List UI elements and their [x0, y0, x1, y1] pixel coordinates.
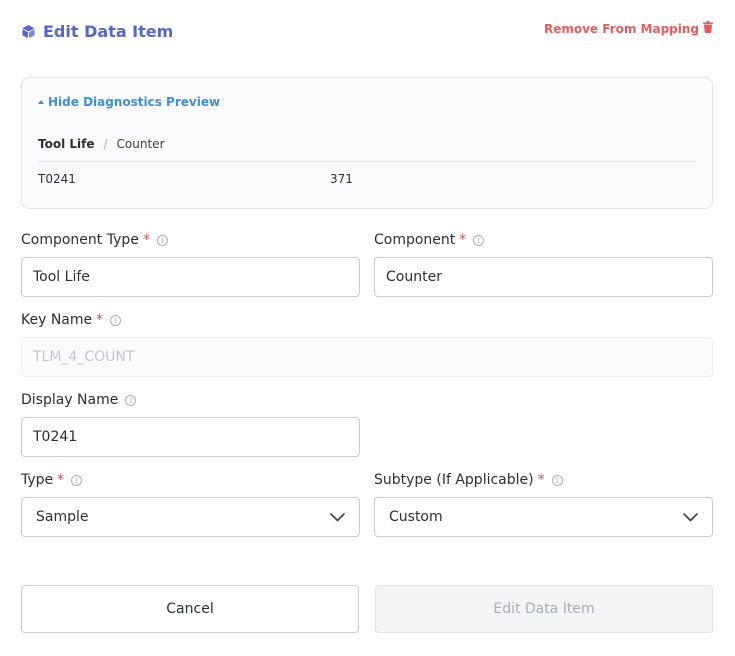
chevron-down-icon	[683, 512, 698, 522]
cancel-button[interactable]: Cancel	[21, 585, 359, 633]
info-icon[interactable]: i	[125, 394, 137, 406]
required-marker: *	[96, 312, 104, 328]
info-icon[interactable]: i	[110, 314, 122, 326]
edit-data-item-button[interactable]: Edit Data Item	[375, 585, 713, 633]
component-label-text: Component	[374, 232, 456, 248]
component-type-field[interactable]: Tool Life	[21, 257, 360, 297]
page-title-text: Edit Data Item	[43, 22, 174, 41]
page-title: Edit Data Item	[21, 22, 173, 41]
key-name-value: TLM_4_COUNT	[33, 349, 135, 365]
subtype-select[interactable]: Custom	[374, 497, 713, 537]
remove-from-mapping-button[interactable]: Remove From Mapping	[544, 21, 713, 36]
component-type-value: Tool Life	[33, 269, 90, 285]
type-label: Type * i	[21, 472, 83, 488]
subtype-label: Subtype (If Applicable) * i	[374, 472, 563, 488]
info-icon[interactable]: i	[551, 474, 563, 486]
component-label: Component * i	[374, 232, 485, 248]
trash-icon	[703, 21, 713, 36]
display-name-label: Display Name i	[21, 392, 137, 408]
remove-label: Remove From Mapping	[543, 21, 699, 36]
required-marker: *	[142, 232, 150, 248]
info-icon[interactable]: i	[71, 474, 83, 486]
component-type-label-text: Component Type	[21, 232, 139, 248]
type-label-text: Type	[21, 472, 54, 488]
cube-icon	[21, 24, 36, 39]
display-name-value: T0241	[33, 429, 78, 445]
display-name-label-text: Display Name	[21, 392, 119, 408]
subtype-selected-value: Custom	[389, 509, 443, 525]
diagnostics-breadcrumb: Tool Life / Counter	[38, 137, 165, 151]
breadcrumb-component: Counter	[116, 137, 165, 151]
divider	[38, 161, 696, 162]
required-marker: *	[57, 472, 65, 488]
key-name-label-text: Key Name	[21, 312, 93, 328]
type-select[interactable]: Sample	[21, 497, 360, 537]
caret-up-icon	[38, 100, 44, 104]
chevron-down-icon	[330, 512, 345, 522]
hide-diagnostics-toggle[interactable]: Hide Diagnostics Preview	[38, 95, 220, 109]
display-name-field[interactable]: T0241	[21, 417, 360, 457]
required-marker: *	[537, 472, 545, 488]
cancel-button-label: Cancel	[166, 601, 214, 617]
info-icon[interactable]: i	[156, 234, 168, 246]
key-name-field: TLM_4_COUNT	[21, 337, 713, 377]
required-marker: *	[459, 232, 467, 248]
diagnostics-preview-panel: Hide Diagnostics Preview Tool Life / Cou…	[21, 77, 713, 209]
subtype-label-text: Subtype (If Applicable)	[374, 472, 534, 488]
type-selected-value: Sample	[36, 509, 89, 525]
edit-data-item-dialog: Edit Data Item Remove From Mapping Hide …	[0, 0, 735, 656]
breadcrumb-separator: /	[103, 137, 108, 151]
diagnostics-toggle-label: Hide Diagnostics Preview	[48, 95, 221, 109]
diagnostics-row-name: T0241	[38, 172, 76, 186]
edit-data-item-button-label: Edit Data Item	[493, 601, 595, 617]
key-name-label: Key Name * i	[21, 312, 122, 328]
component-field[interactable]: Counter	[374, 257, 713, 297]
breadcrumb-component-type: Tool Life	[38, 137, 95, 151]
diagnostics-row-value: 371	[330, 172, 353, 186]
info-icon[interactable]: i	[473, 234, 485, 246]
component-value: Counter	[386, 269, 442, 285]
component-type-label: Component Type * i	[21, 232, 168, 248]
